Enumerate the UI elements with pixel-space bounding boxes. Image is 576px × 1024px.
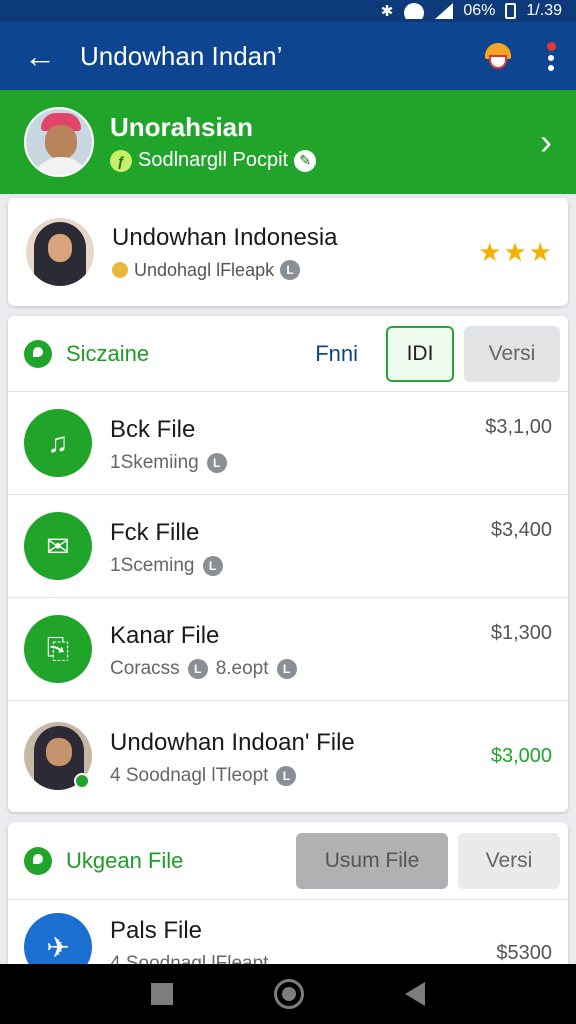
status-chip-icon: ƒ	[110, 149, 132, 172]
notification-dot-icon	[546, 41, 556, 51]
helmet-icon	[483, 43, 513, 69]
file-meta: 1Skemiing L	[110, 452, 568, 474]
home-icon[interactable]	[273, 979, 304, 1009]
document-icon: ⎘	[24, 615, 92, 683]
section-header: Ukgean File Usum File Versi	[8, 822, 568, 900]
coin-icon	[112, 262, 128, 278]
profile-name: Undowhan Indonesia	[112, 223, 338, 251]
versi-button[interactable]: Versi	[458, 832, 560, 889]
back-triangle-icon[interactable]	[405, 982, 426, 1006]
file-price: $3,400	[490, 519, 552, 541]
page-title: Undowhan Indan’	[80, 40, 283, 71]
banner-subtitle-text: Sodlnargll Pocpit	[138, 149, 289, 171]
section-header: Siczaine Fnni IDI Versi	[8, 316, 568, 392]
signal-icon	[435, 3, 454, 19]
section-title: Ukgean File	[66, 847, 184, 873]
system-nav-bar	[0, 964, 576, 1024]
music-note-icon: ♫	[24, 409, 92, 477]
chevron-right-icon[interactable]: ›	[516, 121, 576, 163]
file-name: Pals File	[110, 917, 203, 944]
files-card: Siczaine Fnni IDI Versi ♫ Bck File 1Skem…	[8, 316, 568, 812]
file-price: $1,300	[490, 622, 552, 644]
file-meta: 4 Soodnagl lTleopt L	[110, 765, 568, 787]
status-bar: ✱ 06% 1/.39	[0, 0, 576, 22]
chat-bubble-icon	[24, 846, 52, 875]
banner-subtitle: ƒ Sodlnargll Pocpit ✎	[110, 149, 516, 172]
recents-icon[interactable]	[150, 983, 173, 1005]
file-price: $5300	[496, 942, 552, 964]
info-badge-icon: L	[187, 659, 208, 679]
banner-name: Unorahsian	[110, 112, 254, 142]
info-badge-icon: L	[276, 659, 297, 679]
info-badge-icon: L	[280, 260, 301, 280]
list-item[interactable]: ✈ Pals File 4 Soodnagl lFleapt $5300	[8, 900, 568, 972]
banner-text: Unorahsian ƒ Sodlnargll Pocpit ✎	[110, 112, 516, 172]
list-item[interactable]: ♫ Bck File 1Skemiing L $3,1,00	[8, 392, 568, 495]
info-badge-icon: L	[202, 556, 223, 576]
app-bar: ← Undowhan Indan’	[0, 22, 576, 90]
bluetooth-icon: ✱	[380, 3, 394, 20]
leaf-icon: ✎	[294, 149, 317, 172]
list-item[interactable]: ⎘ Kanar File Coracss L 8.eopt L $1,300	[8, 598, 568, 701]
avatar	[26, 218, 94, 286]
battery-text: 06%	[463, 2, 496, 19]
clock: 1/.39	[526, 2, 562, 19]
back-button[interactable]: ←	[0, 22, 80, 90]
file-meta: Coracss L 8.eopt L	[110, 658, 568, 680]
battery-icon	[505, 3, 517, 19]
rating-stars: ★★★	[478, 236, 554, 267]
list-item[interactable]: ✉ Fck Fille 1Sceming L $3,400	[8, 495, 568, 598]
info-badge-icon: L	[206, 453, 227, 473]
tab-versi[interactable]: Versi	[464, 325, 560, 382]
file-price: $3,000	[490, 745, 552, 767]
tab-fnni[interactable]: Fnni	[315, 341, 358, 367]
usum-file-button[interactable]: Usum File	[296, 832, 448, 889]
arrow-left-icon: ←	[24, 37, 56, 74]
avatar	[24, 107, 94, 177]
list-item[interactable]: Undowhan Indoan' File 4 Soodnagl lTleopt…	[8, 701, 568, 811]
online-badge-icon	[74, 773, 90, 789]
chat-bubble-icon	[24, 339, 52, 368]
helmet-button[interactable]	[470, 22, 526, 90]
file-price: $3,1,00	[485, 416, 552, 438]
files-card-2: Ukgean File Usum File Versi ✈ Pals File …	[8, 822, 568, 972]
section-title: Siczaine	[66, 340, 150, 366]
tab-idi[interactable]: IDI	[386, 325, 454, 382]
file-meta: 1Sceming L	[110, 555, 568, 577]
profile-banner[interactable]: Unorahsian ƒ Sodlnargll Pocpit ✎ ›	[0, 90, 576, 194]
profile-subtitle: Undohagl lFleapk L	[112, 260, 478, 281]
profile-card[interactable]: Undowhan Indonesia Undohagl lFleapk L ★★…	[8, 198, 568, 306]
wifi-icon	[403, 3, 425, 19]
more-menu-button[interactable]	[526, 22, 576, 90]
envelope-icon: ✉	[24, 512, 92, 580]
info-badge-icon: L	[276, 766, 297, 786]
